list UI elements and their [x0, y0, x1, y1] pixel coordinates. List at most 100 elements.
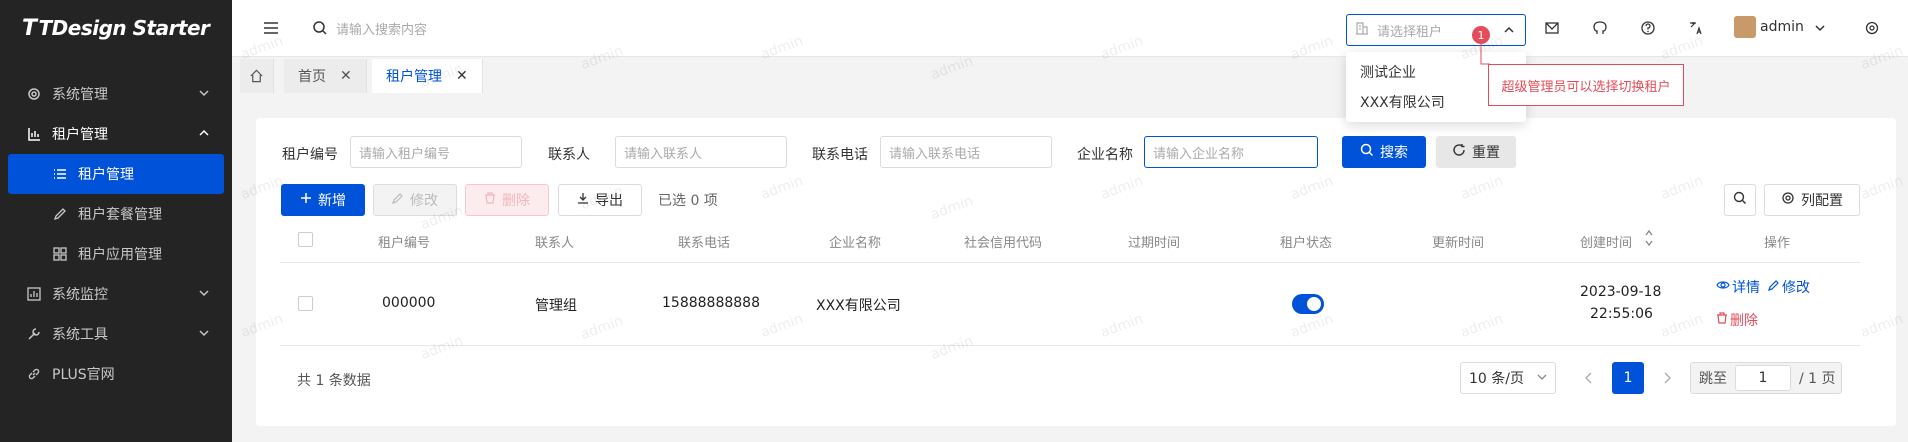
- cell-contact: 管理组: [535, 298, 577, 314]
- edit-button-label: 修改: [410, 193, 438, 209]
- add-button[interactable]: 新增: [281, 184, 365, 216]
- status-toggle[interactable]: [1292, 294, 1324, 314]
- eye-icon: [1716, 278, 1730, 296]
- menu-toggle-icon[interactable]: [262, 19, 280, 41]
- translate-icon[interactable]: [1686, 18, 1706, 38]
- sidebar-item-monitor[interactable]: 系统监控: [0, 274, 232, 314]
- chevron-down-icon[interactable]: [1814, 22, 1826, 38]
- top-header: 请输入搜索内容 请选择租户 admin: [232, 0, 1908, 57]
- sidebar-item-label: 租户套餐管理: [78, 207, 162, 223]
- contact-input[interactable]: 请输入联系人: [615, 136, 787, 168]
- search-button[interactable]: 搜索: [1342, 136, 1426, 168]
- reset-button-label: 重置: [1472, 145, 1500, 161]
- sidebar-item-tenant-package[interactable]: 租户套餐管理: [0, 194, 232, 234]
- phone-input[interactable]: 请输入联系电话: [880, 136, 1052, 168]
- sidebar-item-label: 租户管理: [78, 167, 134, 183]
- delete-link[interactable]: 删除: [1716, 310, 1758, 330]
- sidebar-item-tools[interactable]: 系统工具: [0, 314, 232, 354]
- edit-button[interactable]: 修改: [373, 184, 457, 216]
- mail-icon[interactable]: [1542, 18, 1562, 38]
- list-icon: [52, 166, 68, 182]
- jump-label: 跳至: [1699, 371, 1727, 387]
- col-header-created[interactable]: 创建时间: [1580, 232, 1632, 251]
- sidebar-item-tenant-manage[interactable]: 租户管理: [8, 154, 224, 194]
- chevron-down-icon: [198, 87, 210, 103]
- chart-bar-icon: [26, 126, 42, 142]
- tab-home[interactable]: 首页 ✕: [284, 59, 367, 93]
- sort-icon[interactable]: [1644, 228, 1654, 252]
- add-button-label: 新增: [318, 193, 346, 209]
- grid-icon: [52, 246, 68, 262]
- detail-link[interactable]: 详情: [1716, 277, 1760, 297]
- user-name[interactable]: admin: [1760, 19, 1804, 35]
- filter-label-contact: 联系人: [548, 147, 590, 163]
- sidebar-menu: 系统管理 租户管理 租户管理 租户套餐管理 租户应用管理 系统监控 系统工具 P…: [0, 56, 232, 394]
- tenant-switch-tooltip: 超级管理员可以选择切换租户: [1488, 64, 1684, 106]
- cell-tenant-id: 000000: [382, 295, 436, 311]
- row-divider: [280, 345, 1860, 346]
- page-size-select[interactable]: 10 条/页: [1460, 362, 1556, 394]
- tenant-id-input[interactable]: 请输入租户编号: [350, 136, 522, 168]
- github-icon[interactable]: [1590, 18, 1610, 38]
- chevron-up-icon: [1503, 24, 1515, 40]
- prev-page-icon[interactable]: [1584, 372, 1594, 388]
- delete-button-label: 删除: [502, 193, 530, 209]
- edit-link[interactable]: 修改: [1768, 277, 1810, 297]
- col-header-updated: 更新时间: [1432, 236, 1485, 251]
- gear-icon: [26, 86, 42, 102]
- settings-icon: [1781, 191, 1795, 209]
- search-icon: [312, 20, 328, 40]
- logo-mark: T: [22, 15, 37, 41]
- sidebar-item-label: PLUS官网: [52, 367, 115, 383]
- select-all-checkbox[interactable]: [298, 232, 313, 247]
- reset-button[interactable]: 重置: [1436, 136, 1516, 168]
- pencil-icon: [392, 192, 404, 208]
- column-config-button[interactable]: 列配置: [1764, 184, 1860, 216]
- sidebar-item-label: 租户管理: [52, 127, 108, 143]
- chevron-down-icon: [1537, 370, 1547, 386]
- col-header-expire: 过期时间: [1128, 236, 1181, 251]
- col-header-actions: 操作: [1764, 236, 1791, 251]
- settings-icon[interactable]: [1862, 18, 1882, 38]
- brand-logo[interactable]: T TDesign Starter: [0, 0, 232, 56]
- monitor-icon: [26, 286, 42, 302]
- trash-icon: [1716, 312, 1728, 328]
- next-page-icon[interactable]: [1662, 372, 1672, 388]
- table-search-button[interactable]: [1724, 184, 1756, 216]
- close-icon[interactable]: ✕: [340, 68, 352, 84]
- tenant-select[interactable]: 请选择租户: [1346, 14, 1526, 46]
- header-divider: [280, 262, 1860, 263]
- tenant-option[interactable]: XXX有限公司: [1360, 92, 1445, 112]
- sidebar-item-tenant[interactable]: 租户管理: [0, 114, 232, 154]
- chevron-down-icon: [198, 327, 210, 343]
- sidebar-item-label: 系统工具: [52, 327, 108, 343]
- search-icon: [1733, 191, 1747, 209]
- company-input[interactable]: 请输入企业名称: [1144, 136, 1318, 168]
- close-icon[interactable]: ✕: [456, 68, 468, 84]
- export-button[interactable]: 导出: [558, 184, 642, 216]
- help-icon[interactable]: [1638, 18, 1658, 38]
- sidebar-item-plus[interactable]: PLUS官网: [0, 354, 232, 394]
- col-header-status: 租户状态: [1280, 236, 1333, 251]
- col-header-company: 企业名称: [829, 236, 882, 251]
- sidebar-item-system[interactable]: 系统管理: [0, 74, 232, 114]
- sidebar: T TDesign Starter 系统管理 租户管理 租户管理 租户套餐管理 …: [0, 0, 232, 442]
- avatar[interactable]: [1734, 16, 1756, 38]
- tab-tenant-manage[interactable]: 租户管理 ✕: [372, 59, 483, 93]
- cell-created-date: 2023-09-18: [1580, 284, 1662, 300]
- wrench-icon: [26, 326, 42, 342]
- row-checkbox[interactable]: [298, 296, 313, 311]
- sidebar-item-tenant-app[interactable]: 租户应用管理: [0, 234, 232, 274]
- jump-to-page: 跳至 1 / 1 页: [1690, 362, 1842, 394]
- page-1-button[interactable]: 1: [1612, 362, 1644, 394]
- jump-input[interactable]: 1: [1735, 365, 1791, 391]
- tenant-option[interactable]: 测试企业: [1360, 62, 1416, 82]
- global-search-input[interactable]: 请输入搜索内容: [336, 19, 427, 38]
- detail-label: 详情: [1732, 280, 1760, 296]
- tab-home-icon[interactable]: [240, 59, 274, 93]
- delete-button[interactable]: 删除: [465, 184, 549, 216]
- cell-created-time: 22:55:06: [1590, 306, 1653, 322]
- search-icon: [1360, 143, 1374, 161]
- filter-label-company: 企业名称: [1077, 147, 1133, 163]
- col-header-tenant-id: 租户编号: [378, 236, 431, 251]
